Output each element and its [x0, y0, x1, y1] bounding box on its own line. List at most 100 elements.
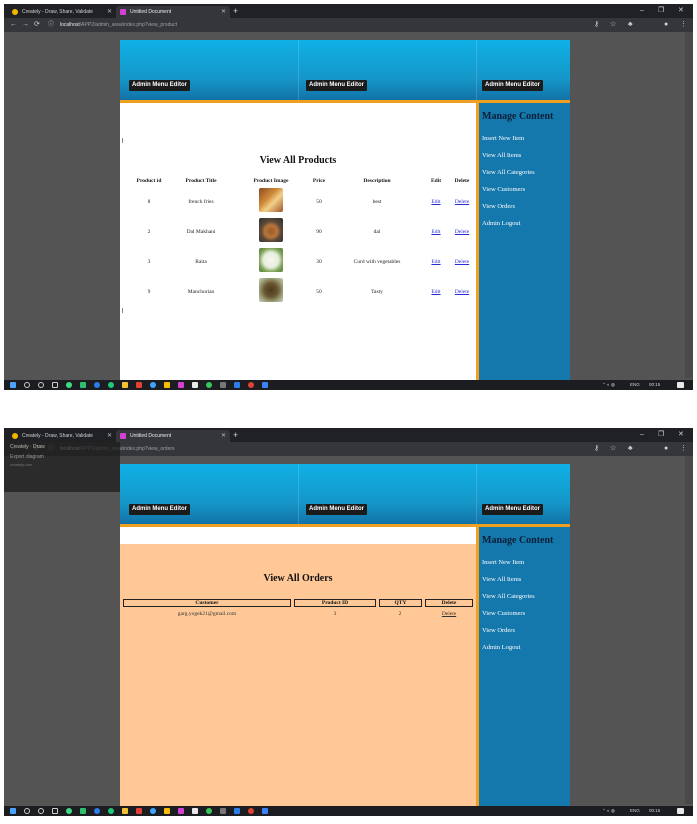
chrome-app-icon[interactable] [66, 808, 72, 814]
app-icon[interactable] [108, 808, 114, 814]
sidebar-item-view-all-categories[interactable]: View All Categories [482, 169, 535, 176]
edit-link[interactable]: Edit [431, 259, 440, 265]
reload-icon[interactable]: ⟳ [34, 18, 40, 32]
sidebar-item-admin-logout[interactable]: Admin Logout [482, 644, 520, 651]
extension-icon[interactable]: ♣ [628, 442, 633, 456]
notification-icon[interactable] [677, 382, 684, 388]
sidebar-item-view-customers[interactable]: View Customers [482, 186, 525, 193]
language-indicator[interactable]: ENG [630, 380, 640, 390]
app-icon[interactable] [262, 382, 268, 388]
minimize-button[interactable]: – [640, 4, 644, 17]
file-explorer-icon[interactable] [122, 382, 128, 388]
new-tab-button[interactable]: + [233, 5, 238, 17]
back-arrow-icon[interactable]: ← [10, 18, 17, 32]
sidebar-item-insert-new-item[interactable]: Insert New Item [482, 135, 524, 142]
app-icon[interactable] [192, 808, 198, 814]
close-tab-icon[interactable]: ✕ [107, 6, 112, 18]
delete-link[interactable]: Delete [455, 289, 469, 295]
sidebar-item-insert-new-item[interactable]: Insert New Item [482, 559, 524, 566]
edge-app-icon[interactable] [94, 382, 100, 388]
minimize-button[interactable]: – [640, 428, 644, 441]
tab-creately[interactable]: Creately - Draw, Share, Validate ✕ [8, 6, 116, 18]
admin-menu-editor-button[interactable]: Admin Menu Editor [482, 504, 543, 515]
admin-menu-editor-button[interactable]: Admin Menu Editor [306, 80, 367, 91]
overlay-action[interactable]: Export diagram [10, 454, 44, 460]
new-tab-button[interactable]: + [233, 429, 238, 441]
cortana-icon[interactable] [38, 382, 44, 388]
clock[interactable]: 00:15 [649, 380, 660, 390]
sidebar-item-view-customers[interactable]: View Customers [482, 610, 525, 617]
app-icon[interactable] [248, 808, 254, 814]
admin-menu-editor-button[interactable]: Admin Menu Editor [306, 504, 367, 515]
sidebar-item-view-orders[interactable]: View Orders [482, 203, 515, 210]
edit-link[interactable]: Edit [431, 229, 440, 235]
restore-button[interactable]: ❐ [658, 428, 664, 441]
sidebar-item-view-all-items[interactable]: View All Items [482, 576, 521, 583]
app-icon[interactable] [108, 382, 114, 388]
app-icon[interactable] [136, 808, 142, 814]
url-field[interactable]: localhost/APP2/admin_area/index.php?view… [60, 20, 177, 30]
sidebar-item-view-orders[interactable]: View Orders [482, 627, 515, 634]
close-tab-icon[interactable]: ✕ [221, 6, 226, 18]
edit-link[interactable]: Edit [431, 289, 440, 295]
chrome-app-icon[interactable] [66, 382, 72, 388]
close-window-button[interactable]: ✕ [678, 4, 684, 17]
admin-menu-editor-button[interactable]: Admin Menu Editor [482, 80, 543, 91]
restore-button[interactable]: ❐ [658, 4, 664, 17]
windows-start-icon[interactable] [10, 808, 16, 814]
key-icon[interactable]: ⚷ [594, 18, 599, 32]
menu-dots-icon[interactable]: ⋮ [680, 442, 687, 456]
app-icon[interactable] [262, 808, 268, 814]
profile-avatar-icon[interactable]: ● [664, 18, 668, 32]
clock[interactable]: 00:16 [649, 806, 660, 816]
tray-icons[interactable]: ⌃ ◐ ◍ [602, 380, 615, 390]
tab-creately[interactable]: Creately - Draw, Share, Validate ✕ [8, 430, 116, 442]
page-scrollbar[interactable] [685, 32, 693, 378]
chrome-app-icon[interactable] [164, 808, 170, 814]
vscode-icon[interactable] [234, 382, 240, 388]
delete-link[interactable]: Delete [455, 259, 469, 265]
app-icon[interactable] [220, 382, 226, 388]
app-icon[interactable] [248, 382, 254, 388]
cortana-icon[interactable] [38, 808, 44, 814]
key-icon[interactable]: ⚷ [594, 442, 599, 456]
delete-link[interactable]: Delete [442, 611, 456, 617]
admin-menu-editor-button[interactable]: Admin Menu Editor [129, 80, 190, 91]
app-icon[interactable] [192, 382, 198, 388]
close-tab-icon[interactable]: ✕ [221, 430, 226, 442]
app-icon[interactable] [178, 382, 184, 388]
page-scrollbar[interactable] [685, 456, 693, 804]
sidebar-item-admin-logout[interactable]: Admin Logout [482, 220, 520, 227]
close-tab-icon[interactable]: ✕ [107, 430, 112, 442]
app-icon[interactable] [206, 808, 212, 814]
profile-avatar-icon[interactable]: ● [664, 442, 668, 456]
close-window-button[interactable]: ✕ [678, 428, 684, 441]
edit-link[interactable]: Edit [431, 199, 440, 205]
star-icon[interactable]: ☆ [610, 18, 616, 32]
menu-dots-icon[interactable]: ⋮ [680, 18, 687, 32]
notification-icon[interactable] [677, 808, 684, 814]
edge-app-icon[interactable] [94, 808, 100, 814]
app-icon[interactable] [80, 382, 86, 388]
admin-menu-editor-button[interactable]: Admin Menu Editor [129, 504, 190, 515]
app-icon[interactable] [178, 808, 184, 814]
chrome-app-icon[interactable] [164, 382, 170, 388]
language-indicator[interactable]: ENG [630, 806, 640, 816]
forward-arrow-icon[interactable]: → [22, 18, 29, 32]
extension-icon[interactable]: ♣ [628, 18, 633, 32]
app-icon[interactable] [150, 808, 156, 814]
sidebar-item-view-all-categories[interactable]: View All Categories [482, 593, 535, 600]
file-explorer-icon[interactable] [122, 808, 128, 814]
tab-untitled-document[interactable]: Untitled Document ✕ [116, 430, 230, 442]
vscode-icon[interactable] [234, 808, 240, 814]
tab-untitled-document[interactable]: Untitled Document ✕ [116, 6, 230, 18]
app-icon[interactable] [80, 808, 86, 814]
star-icon[interactable]: ☆ [610, 442, 616, 456]
tray-icons[interactable]: ⌃ ◐ ◍ [602, 806, 615, 816]
delete-link[interactable]: Delete [455, 199, 469, 205]
app-icon[interactable] [136, 382, 142, 388]
app-icon[interactable] [150, 382, 156, 388]
app-icon[interactable] [206, 382, 212, 388]
sidebar-item-view-all-items[interactable]: View All Items [482, 152, 521, 159]
windows-start-icon[interactable] [10, 382, 16, 388]
